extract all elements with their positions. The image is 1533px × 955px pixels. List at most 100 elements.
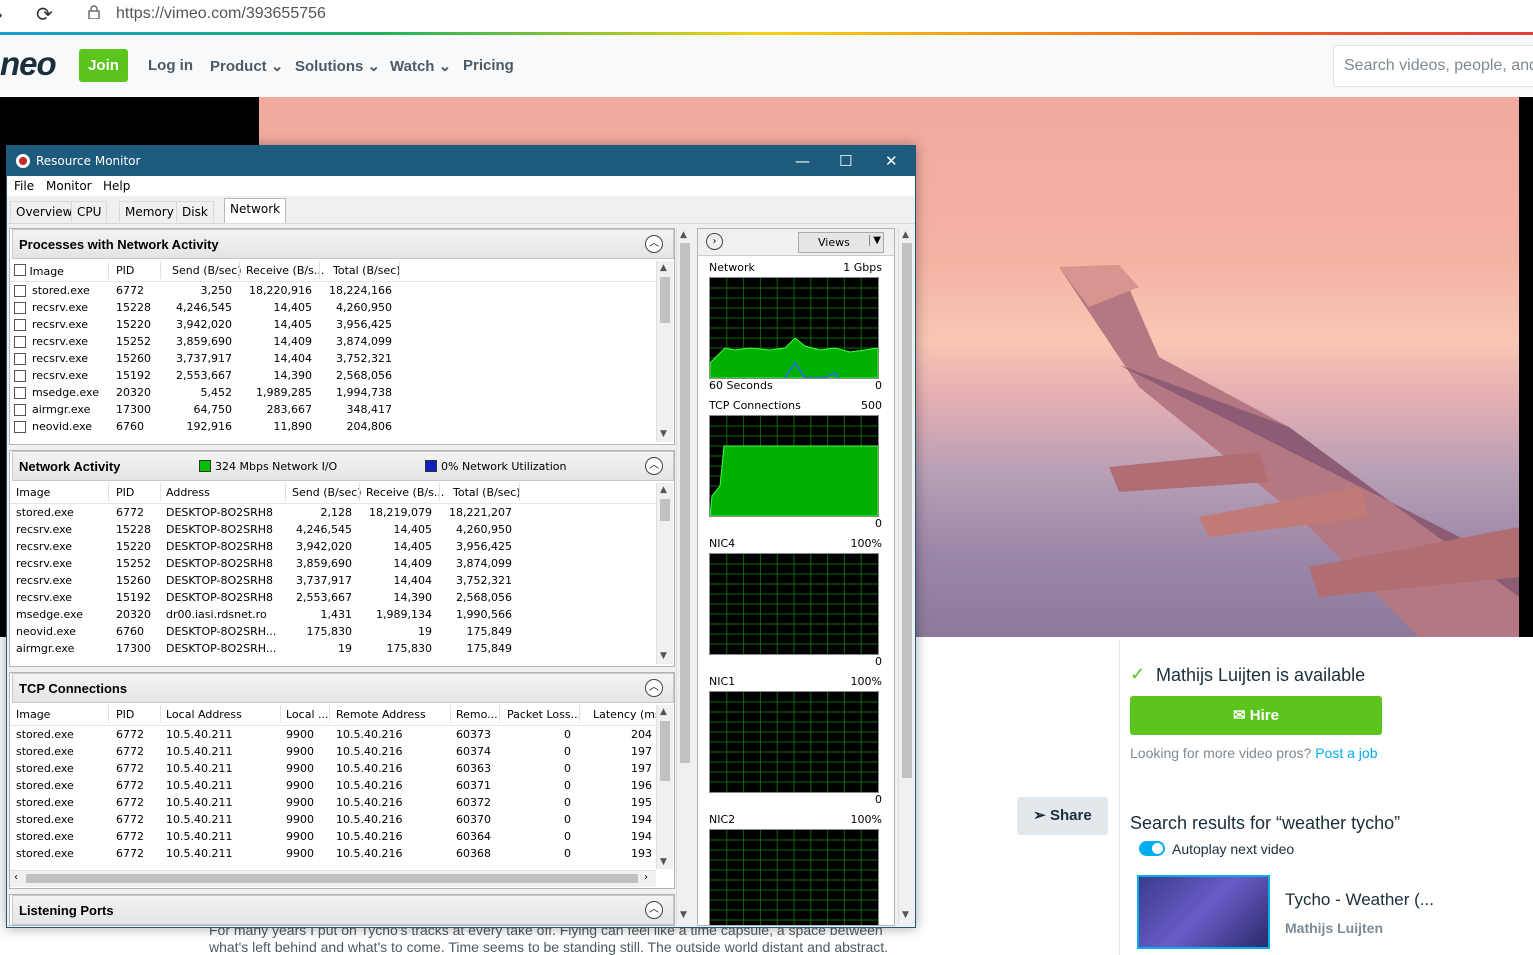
scrollbar[interactable]: ▲ ▼: [656, 705, 673, 869]
table-row[interactable]: stored.exe 6772 10.5.40.211 9900 10.5.40.216…: [10, 828, 652, 845]
checkbox[interactable]: [14, 302, 26, 314]
nav-pricing[interactable]: Pricing: [463, 57, 514, 74]
scroll-up-icon[interactable]: ▲: [660, 485, 667, 495]
table-row[interactable]: stored.exe 6772 10.5.40.211 9900 10.5.40.216…: [10, 743, 652, 760]
tab-memory[interactable]: Memory: [119, 201, 180, 222]
table-row[interactable]: recsrv.exe 15228 DESKTOP-8O2SRH8 4,246,545 1…: [10, 521, 650, 538]
table-row[interactable]: recsrv.exe 15228 4,246,545 14,405 4,260,950: [10, 299, 650, 316]
menu-file[interactable]: File: [14, 179, 34, 193]
scroll-thumb[interactable]: [660, 499, 670, 521]
scroll-up-icon[interactable]: ▲: [902, 230, 909, 240]
table-row[interactable]: stored.exe 6772 10.5.40.211 9900 10.5.40.216…: [10, 760, 652, 777]
tcp-connections-header[interactable]: TCP Connections ︿: [12, 673, 674, 703]
table-row[interactable]: recsrv.exe 15260 DESKTOP-8O2SRH8 3,737,917 1…: [10, 572, 650, 589]
collapse-icon[interactable]: ︿: [645, 235, 663, 253]
video-thumbnail[interactable]: [1137, 875, 1270, 949]
tab-cpu[interactable]: CPU: [71, 201, 108, 222]
table-row[interactable]: stored.exe 6772 DESKTOP-8O2SRH8 2,128 18,219…: [10, 504, 650, 521]
table-row[interactable]: stored.exe 6772 10.5.40.211 9900 10.5.40.216…: [10, 794, 652, 811]
scrollbar[interactable]: ▲ ▼: [656, 261, 673, 442]
table-row[interactable]: airmgr.exe 17300 64,750 283,667 348,417: [10, 401, 650, 418]
thumbnail-title[interactable]: Tycho - Weather (...: [1285, 890, 1434, 910]
vimeo-logo[interactable]: neo: [0, 45, 57, 83]
table-row[interactable]: recsrv.exe 15260 3,737,917 14,404 3,752,321: [10, 350, 650, 367]
table-row[interactable]: recsrv.exe 15220 3,942,020 14,405 3,956,425: [10, 316, 650, 333]
autoplay-toggle[interactable]: [1139, 841, 1165, 856]
table-row[interactable]: stored.exe 6772 10.5.40.211 9900 10.5.40.216…: [10, 845, 652, 862]
reload-icon[interactable]: ⟳: [36, 2, 53, 27]
nav-solutions[interactable]: Solutions ⌄: [295, 57, 380, 75]
table-row[interactable]: stored.exe 6772 10.5.40.211 9900 10.5.40.216…: [10, 726, 652, 743]
col-local-port[interactable]: Local ...: [286, 708, 329, 721]
checkbox[interactable]: [14, 387, 26, 399]
network-activity-header[interactable]: Network Activity 324 Mbps Network I/O 0%…: [12, 451, 674, 481]
post-job-link[interactable]: Post a job: [1315, 745, 1377, 761]
expand-icon[interactable]: ›: [706, 233, 723, 250]
table-row[interactable]: recsrv.exe 15252 3,859,690 14,409 3,874,099: [10, 333, 650, 350]
scroll-up-icon[interactable]: ▲: [660, 707, 667, 717]
table-row[interactable]: msedge.exe 20320 dr00.iasi.rdsnet.ro 1,431 1…: [10, 606, 650, 623]
table-row[interactable]: neovid.exe 6760 192,916 11,890 204,806: [10, 418, 650, 435]
tab-overview[interactable]: Overview: [10, 201, 79, 222]
col-remote-address[interactable]: Remote Address: [336, 708, 426, 721]
col-latency[interactable]: Latency (ms): [593, 708, 665, 721]
scroll-down-icon[interactable]: ▼: [660, 429, 667, 439]
col-packet-loss[interactable]: Packet Loss...: [507, 708, 581, 721]
table-row[interactable]: recsrv.exe 15192 DESKTOP-8O2SRH8 2,553,667 1…: [10, 589, 650, 606]
col-image[interactable]: Image: [14, 264, 64, 278]
processes-header[interactable]: Processes with Network Activity ︿: [12, 229, 674, 259]
col-address[interactable]: Address: [166, 486, 210, 499]
nav-product[interactable]: Product ⌄: [210, 57, 283, 75]
tab-network[interactable]: Network: [224, 198, 287, 223]
graphs-scrollbar[interactable]: ▲ ▼: [898, 228, 914, 924]
col-local-address[interactable]: Local Address: [166, 708, 242, 721]
thumbnail-author[interactable]: Mathijs Luijten: [1285, 920, 1383, 936]
nav-login[interactable]: Log in: [148, 57, 193, 74]
col-total[interactable]: Total (B/sec): [333, 264, 401, 277]
col-send[interactable]: Send (B/sec): [172, 264, 242, 277]
nav-watch[interactable]: Watch ⌄: [390, 57, 451, 75]
hire-button[interactable]: ✉ Hire: [1130, 696, 1382, 735]
scroll-thumb[interactable]: [902, 243, 912, 778]
views-dropdown[interactable]: Views ▼: [798, 232, 884, 253]
close-icon[interactable]: ✕: [885, 152, 898, 170]
checkbox[interactable]: [14, 404, 26, 416]
table-row[interactable]: recsrv.exe 15252 DESKTOP-8O2SRH8 3,859,690 1…: [10, 555, 650, 572]
scroll-up-icon[interactable]: ▲: [660, 263, 667, 273]
checkbox[interactable]: [14, 336, 26, 348]
table-row[interactable]: recsrv.exe 15192 2,553,667 14,390 2,568,056: [10, 367, 650, 384]
listening-ports-header[interactable]: Listening Ports ︿: [12, 895, 674, 925]
table-row[interactable]: neovid.exe 6760 DESKTOP-8O2SRH... 175,830 19…: [10, 623, 650, 640]
left-panel-scrollbar[interactable]: ▲ ▼: [676, 228, 692, 924]
scroll-right-icon[interactable]: ›: [644, 872, 648, 883]
col-image[interactable]: Image: [16, 708, 50, 721]
col-send[interactable]: Send (B/sec): [292, 486, 362, 499]
scroll-down-icon[interactable]: ▼: [660, 857, 667, 867]
checkbox[interactable]: [14, 370, 26, 382]
collapse-icon[interactable]: ︿: [645, 679, 663, 697]
share-button[interactable]: ➢ Share: [1017, 797, 1108, 835]
checkbox[interactable]: [14, 353, 26, 365]
col-pid[interactable]: PID: [116, 708, 134, 721]
table-row[interactable]: stored.exe 6772 10.5.40.211 9900 10.5.40.216…: [10, 777, 652, 794]
url-field[interactable]: https://vimeo.com/393655756: [116, 5, 326, 23]
menu-monitor[interactable]: Monitor: [46, 179, 92, 193]
search-input[interactable]: Search videos, people, and more: [1333, 45, 1533, 87]
menu-help[interactable]: Help: [103, 179, 130, 193]
tab-disk[interactable]: Disk: [176, 201, 214, 222]
col-pid[interactable]: PID: [116, 264, 134, 277]
maximize-icon[interactable]: ☐: [839, 152, 852, 170]
table-row[interactable]: recsrv.exe 15220 DESKTOP-8O2SRH8 3,942,020 1…: [10, 538, 650, 555]
forward-icon[interactable]: ›: [0, 4, 3, 27]
join-button[interactable]: Join: [79, 49, 128, 82]
scroll-thumb[interactable]: [26, 874, 638, 883]
scrollbar[interactable]: ▲ ▼: [656, 483, 673, 664]
col-pid[interactable]: PID: [116, 486, 134, 499]
table-row[interactable]: airmgr.exe 17300 DESKTOP-8O2SRH... 19 175,83…: [10, 640, 650, 657]
collapse-icon[interactable]: ︿: [645, 901, 663, 919]
scroll-thumb[interactable]: [680, 243, 690, 763]
minimize-icon[interactable]: —: [795, 152, 810, 170]
scroll-down-icon[interactable]: ▼: [660, 651, 667, 661]
scroll-thumb[interactable]: [660, 277, 670, 323]
table-row[interactable]: stored.exe 6772 3,250 18,220,916 18,224,166: [10, 282, 650, 299]
